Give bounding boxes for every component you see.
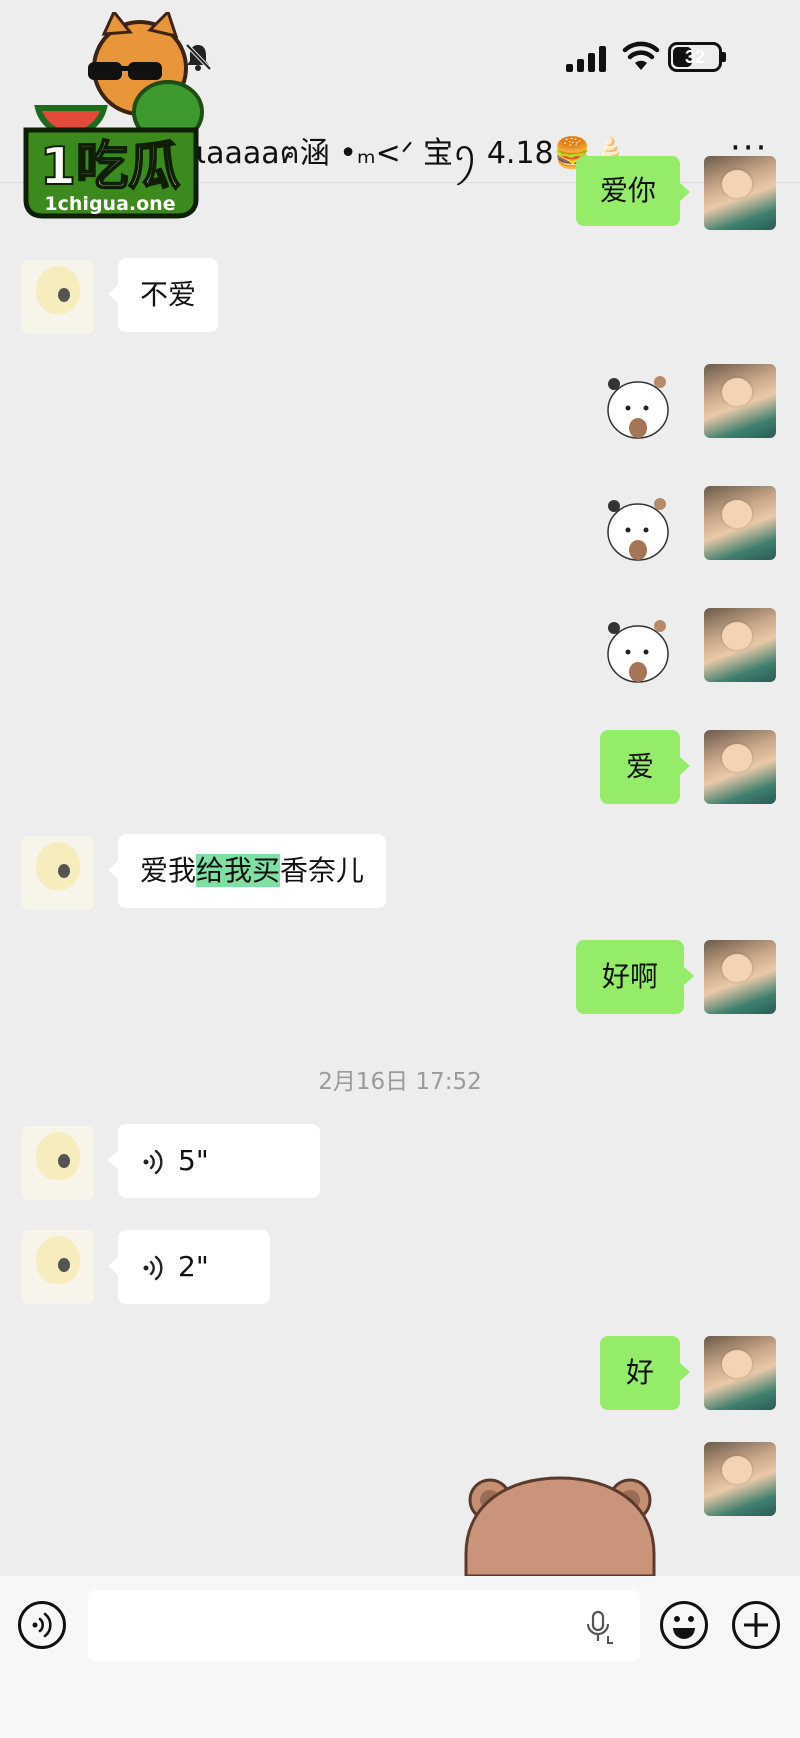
my-avatar[interactable] xyxy=(704,156,776,230)
my-avatar[interactable] xyxy=(704,364,776,438)
battery-level: 32 xyxy=(684,47,706,67)
my-message-bubble[interactable]: 好 xyxy=(600,1336,691,1410)
message-timestamp: 2月16日 17:52 xyxy=(318,1069,482,1095)
plus-button[interactable] xyxy=(732,1601,780,1649)
voice-mode-icon xyxy=(32,1612,52,1638)
voice-duration: 5" xyxy=(178,1144,209,1177)
contact-avatar[interactable] xyxy=(22,1126,94,1200)
highlighted-text[interactable]: 给我买 xyxy=(196,854,281,887)
white-bear-sticker[interactable] xyxy=(600,368,680,448)
contact-avatar[interactable] xyxy=(22,1230,94,1304)
white-bear-sticker[interactable] xyxy=(600,490,680,570)
voice-wave-icon xyxy=(143,1255,163,1281)
my-avatar[interactable] xyxy=(704,1336,776,1410)
watermark-logo: 1吃瓜 1chigua.one xyxy=(23,12,204,219)
chat-title: ιaaaaฅ涵 •ₘ<ᐟ 宝ꪆ 4.18🍔🍦 xyxy=(196,136,629,171)
message-input[interactable] xyxy=(88,1590,640,1662)
voice-mode-button[interactable] xyxy=(18,1601,66,1649)
contact-avatar[interactable] xyxy=(22,260,94,334)
my-avatar[interactable] xyxy=(704,608,776,682)
emoji-icon xyxy=(673,1616,695,1639)
my-avatar[interactable] xyxy=(704,940,776,1014)
my-avatar[interactable] xyxy=(704,1442,776,1516)
battery-indicator: 32 xyxy=(668,42,722,72)
contact-message-bubble[interactable]: 爱我给我买香奈儿 xyxy=(107,834,387,908)
watermark-logo-text: 1吃瓜 xyxy=(40,137,180,197)
mic-icon[interactable] xyxy=(584,1610,614,1644)
my-message-bubble[interactable]: 好啊 xyxy=(576,940,695,1014)
battery-tip xyxy=(722,52,726,62)
voice-wave-icon xyxy=(143,1149,163,1175)
brown-bear-sticker[interactable] xyxy=(460,1474,660,1576)
wifi-icon xyxy=(622,41,660,70)
contact-message-bubble[interactable]: 不爱 xyxy=(107,258,219,332)
voice-message-bubble[interactable]: 5" xyxy=(108,1124,320,1198)
emoji-button[interactable] xyxy=(660,1601,708,1649)
white-bear-sticker[interactable] xyxy=(600,612,680,692)
voice-duration: 2" xyxy=(178,1250,209,1283)
voice-message-bubble[interactable]: 2" xyxy=(108,1230,270,1304)
contact-avatar[interactable] xyxy=(22,836,94,910)
my-message-bubble[interactable]: 爱你 xyxy=(576,156,691,226)
my-message-bubble[interactable]: 爱 xyxy=(600,730,691,804)
message-text: 香奈儿 xyxy=(280,854,365,887)
watermark-site-text: 1chigua.one xyxy=(44,193,175,215)
message-text: 爱我 xyxy=(140,854,197,887)
signal-icon xyxy=(566,46,608,72)
plus-icon xyxy=(744,1613,768,1637)
my-avatar[interactable] xyxy=(704,730,776,804)
my-avatar[interactable] xyxy=(704,486,776,560)
